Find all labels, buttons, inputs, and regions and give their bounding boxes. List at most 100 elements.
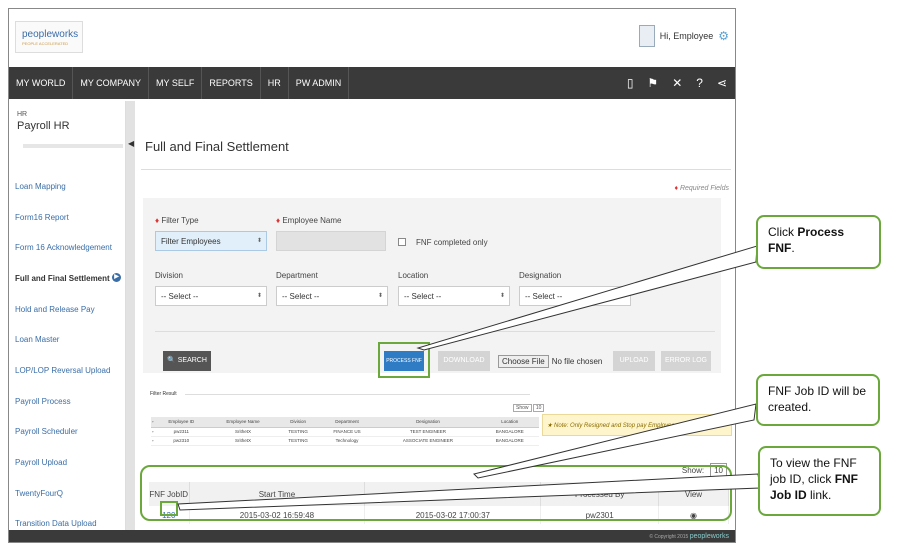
filter-result-divider [185, 394, 530, 395]
column-header: Designation [375, 417, 481, 428]
arrow-right-icon: ▶ [112, 273, 121, 283]
department-select[interactable]: -- Select -- ⬍ [276, 286, 388, 306]
title-divider [141, 169, 731, 170]
actions-divider [155, 331, 715, 332]
fnf-completed-label: FNF completed only [416, 238, 488, 247]
upload-button[interactable]: UPLOAD [613, 351, 655, 371]
page-title: Full and Final Settlement [145, 139, 289, 154]
job-id-highlight [160, 501, 178, 516]
company-logo[interactable]: peopleworks PEOPLE ACCELERATED [15, 21, 83, 53]
caret-icon: ⬍ [256, 238, 262, 244]
sidebar-item-loan-mapping[interactable]: Loan Mapping [9, 171, 125, 202]
filter-result-page-size[interactable]: Show 10 [513, 404, 545, 412]
table-row[interactable]: ▫ pw2311 SrithetX TESTING FINANCE US TES… [151, 427, 539, 437]
filter-panel: ♦ Filter Type Filter Employees ⬍ ♦ Employ… [143, 198, 721, 373]
filter-result-label: Filter Result [150, 391, 177, 397]
footer-brand: peopleworks [689, 533, 729, 540]
filter-type-label: ♦ Filter Type [155, 216, 199, 225]
search-button[interactable]: 🔍 SEARCH [163, 351, 211, 371]
sidebar-item-form16-acknowledgement[interactable]: Form 16 Acknowledgement [9, 232, 125, 263]
employee-name-input[interactable] [276, 231, 386, 251]
sidebar-item-loan-master[interactable]: Loan Master [9, 324, 125, 355]
nav-hr[interactable]: HR [261, 67, 289, 99]
division-select[interactable]: -- Select -- ⬍ [155, 286, 267, 306]
sidebar-item-payroll-scheduler[interactable]: Payroll Scheduler [9, 417, 125, 448]
error-log-button[interactable]: ERROR LOG [661, 351, 711, 371]
process-fnf-button[interactable]: PROCESS FNF [384, 351, 424, 371]
sidebar-item-form16-report[interactable]: Form16 Report [9, 202, 125, 233]
division-label: Division [155, 271, 184, 280]
filter-result-table: ▫ Employee ID Employee Name Division Dep… [151, 417, 539, 446]
table-cell: TESTING [277, 436, 319, 446]
sidebar-collapse-handle[interactable]: ◀ [126, 101, 135, 542]
sidebar-item-payroll-upload[interactable]: Payroll Upload [9, 447, 125, 478]
column-header: Department [318, 417, 376, 428]
column-header: Location [480, 417, 539, 428]
logo-tagline: PEOPLE ACCELERATED [22, 41, 69, 46]
user-greeting: Hi, Employee [659, 31, 714, 41]
designation-select[interactable]: -- Select -- ⬍ [519, 286, 631, 306]
jobs-table-highlight [140, 465, 732, 521]
top-header: peopleworks PEOPLE ACCELERATED Hi, Emplo… [9, 9, 735, 67]
help-icon[interactable]: ? [696, 76, 703, 90]
table-row[interactable]: ▫ pw2310 SrithetX TESTING Technology ASS… [151, 436, 539, 446]
filter-type-select[interactable]: Filter Employees ⬍ [155, 231, 267, 251]
table-header-row: ▫ Employee ID Employee Name Division Dep… [151, 417, 539, 428]
nav-reports[interactable]: REPORTS [202, 67, 261, 99]
table-cell: pw2310 [154, 436, 209, 446]
department-label: Department [276, 271, 318, 280]
sidebar-item-label: Full and Final Settlement [15, 273, 110, 283]
callout-process-fnf: Click Process FNF. [756, 215, 881, 269]
tools-icon[interactable]: ✕ [672, 76, 682, 90]
main-nav: MY WORLD MY COMPANY MY SELF REPORTS HR P… [9, 67, 735, 99]
sidebar-title: Payroll HR [17, 120, 70, 132]
user-menu[interactable]: Hi, Employee ⚙ [638, 25, 729, 47]
gear-icon[interactable]: ⚙ [718, 29, 729, 43]
file-chooser[interactable]: Choose File No file chosen [498, 353, 602, 369]
location-select[interactable]: -- Select -- ⬍ [398, 286, 510, 306]
nav-my-company[interactable]: MY COMPANY [73, 67, 150, 99]
sidebar-divider [23, 144, 123, 148]
column-header: Employee Name [208, 417, 278, 428]
choose-file-button[interactable]: Choose File [498, 354, 549, 368]
table-cell: BANGALORE [480, 436, 539, 446]
table-cell: FINANCE US [318, 427, 376, 437]
download-button[interactable]: DOWNLOAD [438, 351, 490, 371]
table-cell: TEST ENGINEER [375, 427, 481, 437]
designation-label: Designation [519, 271, 562, 280]
footer: © Copyright 2015 peopleworks [9, 530, 735, 542]
logo-text: peopleworks [22, 29, 79, 40]
table-cell: SrithetX [208, 436, 278, 446]
book-icon[interactable]: ▯ [627, 76, 634, 90]
employee-name-label: ♦ Employee Name [276, 216, 342, 225]
column-header: Employee ID [154, 417, 209, 428]
nav-icon-group: ▯ ⚑ ✕ ? ⋖ [627, 67, 727, 99]
table-cell: BANGALORE [480, 427, 539, 437]
callout-view-job-id: To view the FNF job ID, click FNF Job ID… [758, 446, 881, 516]
flag-icon[interactable]: ⚑ [647, 76, 658, 90]
callout-job-created: FNF Job ID will be created. [756, 374, 880, 426]
fnf-completed-checkbox[interactable] [398, 238, 406, 246]
sidebar-item-hold-and-release-pay[interactable]: Hold and Release Pay [9, 294, 125, 325]
sidebar-item-full-and-final-settlement[interactable]: Full and Final Settlement ▶ [9, 263, 125, 294]
avatar [638, 25, 655, 47]
sidebar-item-twentyfourq[interactable]: TwentyFourQ [9, 478, 125, 509]
nav-my-self[interactable]: MY SELF [149, 67, 203, 99]
share-icon[interactable]: ⋖ [717, 76, 727, 90]
table-cell: SrithetX [208, 427, 278, 437]
table-cell: pw2311 [154, 427, 209, 437]
nav-pw-admin[interactable]: PW ADMIN [289, 67, 350, 99]
column-header: Division [277, 417, 319, 428]
sidebar-item-lop-upload[interactable]: LOP/LOP Reversal Upload [9, 355, 125, 386]
sidebar: HR Payroll HR Loan Mapping Form16 Report… [9, 101, 126, 542]
processing-note: ★ Note: Only Resigned and Stop pay Emplo… [542, 414, 732, 436]
nav-my-world[interactable]: MY WORLD [9, 67, 74, 99]
table-cell: ASSOCIATE ENGINEER [375, 436, 481, 446]
location-label: Location [398, 271, 429, 280]
table-cell: Technology [318, 436, 376, 446]
required-fields-note: ♦ Required Fields [674, 185, 729, 192]
copyright-text: © Copyright 2015 [649, 534, 689, 540]
app-window: peopleworks PEOPLE ACCELERATED Hi, Emplo… [8, 8, 736, 543]
sidebar-section: HR [17, 111, 28, 118]
sidebar-item-payroll-process[interactable]: Payroll Process [9, 386, 125, 417]
